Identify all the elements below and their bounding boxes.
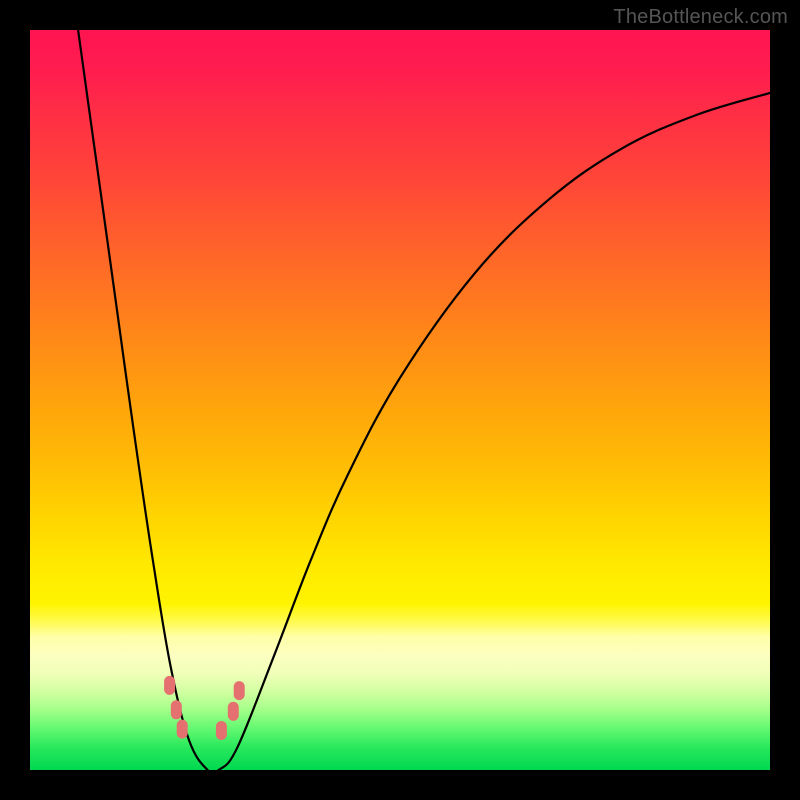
curve-marker <box>216 721 227 740</box>
curve-marker <box>164 676 175 695</box>
curve-markers <box>164 676 245 740</box>
curve-marker <box>228 702 239 721</box>
chart-frame: TheBottleneck.com <box>0 0 800 800</box>
watermark-text: TheBottleneck.com <box>613 6 788 29</box>
curve-marker <box>171 700 182 719</box>
bottleneck-curve-svg <box>30 30 770 770</box>
curve-marker <box>234 681 245 700</box>
bottleneck-curve <box>78 30 770 774</box>
curve-marker <box>177 720 188 739</box>
plot-area <box>30 30 770 770</box>
